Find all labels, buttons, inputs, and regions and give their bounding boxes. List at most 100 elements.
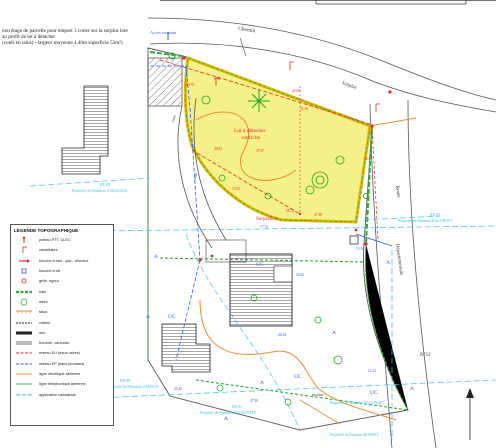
legend-item-label: clôture (39, 320, 51, 325)
property-label: Propriété de Monsieur SAMSON (108, 385, 159, 389)
legend-item: poteau PTT, ULEC (11, 235, 113, 245)
zone-mark: A (332, 330, 336, 336)
dim-value: 34.82 (296, 273, 304, 277)
legend-item: bouche à clé (11, 266, 113, 276)
garage-building (161, 323, 211, 373)
zone-mark: A (386, 260, 390, 266)
legend-item-label: réseau EP (eaux pluviales) (39, 361, 85, 366)
legend-item: mur (11, 328, 113, 338)
acces-label: Accès existant (150, 30, 177, 35)
hydrant-icon (19, 258, 30, 263)
legend-item-label: poteau PTT, ULEC (39, 238, 71, 243)
fence-icon (16, 322, 32, 323)
range-label: RE 02 (232, 404, 242, 409)
curb-icon (16, 341, 32, 345)
tree-icon (20, 298, 28, 306)
chemin-label: Chemin (238, 26, 256, 34)
dim-value: 34.50 (364, 157, 372, 161)
dim-value: 34.40 (174, 387, 182, 391)
voie-label-2: voie (170, 114, 177, 122)
legend-item: ligne téléphonique aérienne (11, 379, 113, 389)
voie-label: voie (192, 172, 198, 180)
legend-item-label: talus (39, 310, 48, 315)
legend-item: bordure, caniveau (11, 338, 113, 348)
property-label: Propriété de Madame DAGONNET (398, 219, 453, 223)
range-label: RE 08 (100, 182, 110, 187)
legend-item: ligne électrique aérienne (11, 369, 113, 379)
legend-item-label: haie (39, 289, 47, 294)
wall-icon (16, 331, 32, 335)
legend-item: talus (11, 307, 113, 317)
property-label: Propriété de Monsieur ZARAZAGE (72, 189, 128, 193)
dim-value: 20.81 (214, 147, 222, 151)
legend-item: arbre (11, 297, 113, 307)
legend-item: candélabre (11, 245, 113, 255)
legend-item-label: bouche à clé (39, 269, 61, 274)
range-label: RE 07 (430, 212, 440, 217)
cadastre-icon (16, 394, 32, 396)
key-valve-icon (21, 268, 27, 274)
legend-item-label: candélabre (39, 248, 58, 253)
zone-mark: UC (294, 374, 302, 380)
legend-item-label: réseau EU (eaux usées) (39, 351, 80, 356)
neighbor-building (61, 85, 109, 175)
grate-icon (21, 278, 27, 284)
hedge-icon (16, 290, 32, 293)
dim-value: 46.24 (278, 333, 286, 337)
dim-value: 37.07 (256, 149, 264, 153)
meter-box-icon (349, 235, 359, 245)
power-line-icon (16, 373, 32, 375)
legend: LEGENDE TOPOGRAPHIQUE poteau PTT, ULEC ca… (10, 224, 114, 426)
legend-item-label: bordure, caniveau (39, 341, 70, 346)
legend-item: bouche à eau - gaz - réseaux (11, 256, 113, 266)
north-arrow-icon (466, 388, 474, 440)
zone-mark: A (154, 254, 158, 260)
superficie-label: Surperficie (256, 217, 279, 222)
depart-route-label: Départementale (394, 244, 403, 277)
zone-mark: A (410, 386, 414, 392)
zone-mark: A (146, 314, 150, 320)
dim-value: 47.99 (250, 399, 258, 403)
legend-item: haie (11, 286, 113, 296)
emplac-label: Emplac (341, 81, 358, 91)
zone-mark: UC (168, 314, 176, 320)
note-block: non étage de parcelle pour emport 3 coti… (2, 28, 152, 46)
legend-item-label: ligne téléphonique aérienne (39, 382, 86, 387)
zone-mark: A (260, 380, 264, 386)
piscine-label: piscine (312, 392, 324, 397)
property-label: Propriété de Madame BONNET (330, 433, 380, 437)
lot-label-2: enfriche (242, 134, 261, 141)
legend-item: clôture (11, 317, 113, 327)
storm-icon (16, 363, 32, 365)
dim-value: 22.09 (292, 89, 300, 93)
dim-value: 56.72 (286, 209, 294, 213)
legend-item-label: ligne électrique aérienne (39, 372, 81, 376)
sewer-icon (16, 352, 32, 354)
dim-value: 17.72 (260, 225, 268, 229)
legend-item: application cadastrale (11, 389, 113, 399)
property-label: Propriété de Madame DAGONNET (330, 401, 385, 405)
zone-mark: UC (370, 390, 378, 396)
dim-value: 31.10 (300, 107, 308, 111)
legend-item-label: application cadastrale (39, 392, 76, 397)
zone-mark: A (224, 416, 228, 422)
property-label: Propriété de Monsieur DUMONTET (200, 411, 257, 415)
dim-value: 15.54 (356, 247, 364, 251)
phone-line-icon (16, 383, 32, 385)
legend-item: réseau EU (eaux usées) (11, 348, 113, 358)
dim-value: 12.12 (368, 369, 376, 373)
legend-item: réseau EP (eaux pluviales) (11, 359, 113, 369)
n-label: N°12 (420, 353, 431, 358)
range-label: RE 08 (120, 378, 130, 383)
embankment-icon (16, 310, 32, 315)
lamp-icon (22, 247, 27, 254)
note-line: (cotés en talus) - largeur moyenne 4.40m… (2, 40, 123, 46)
zone-mark: UC (256, 262, 264, 268)
dim-value: 15.65 (232, 187, 240, 191)
legend-item-label: bouche à eau - gaz - réseaux (39, 258, 89, 263)
legend-item-label: arbre (39, 299, 48, 304)
dim-value: 47.99 (314, 213, 322, 217)
hatched-access-strip (147, 57, 183, 107)
route-label: Route (394, 186, 401, 199)
legend-title: LEGENDE TOPOGRAPHIQUE (14, 228, 79, 233)
